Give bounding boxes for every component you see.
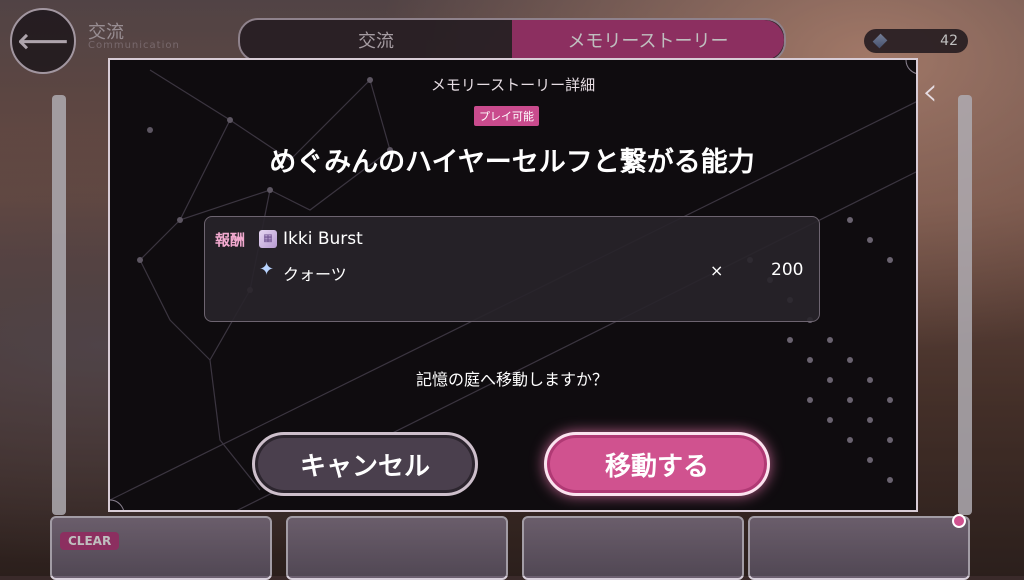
cancel-button-label: キャンセル [299, 451, 430, 482]
reward-multiplier: × [710, 261, 724, 280]
status-badge: プレイ可能 [474, 106, 539, 126]
quartz-icon: ✦ [259, 259, 275, 280]
reward-label: 報酬 [215, 231, 246, 249]
move-button-label: 移動する [604, 451, 709, 482]
reward-item-name: クォーツ [283, 265, 347, 284]
cancel-button[interactable]: キャンセル [252, 432, 478, 496]
reward-panel: 報酬 ▦ Ikki Burst ✦ クォーツ × 200 [204, 216, 820, 322]
dialog-header: メモリーストーリー詳細 [430, 76, 596, 94]
story-title: めぐみんのハイヤーセルフと繋がる能力 [269, 147, 755, 178]
scroll-indicator [952, 514, 966, 528]
confirm-question: 記憶の庭へ移動しますか？ [415, 370, 608, 389]
reward-item-name: Ikki Burst [283, 229, 363, 249]
close-button[interactable]: ‹ [912, 72, 948, 112]
card-icon: ▦ [259, 230, 277, 248]
reward-quantity: 200 [771, 260, 804, 280]
move-button[interactable]: 移動する [544, 432, 770, 496]
close-icon: ‹ [922, 69, 938, 115]
